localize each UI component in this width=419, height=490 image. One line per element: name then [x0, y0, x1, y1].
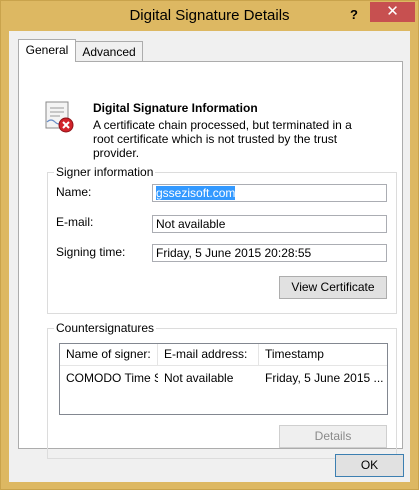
column-header-timestamp[interactable]: Timestamp [259, 344, 387, 366]
general-tab-panel: Digital Signature Information A certific… [18, 61, 403, 459]
info-message: A certificate chain processed, but termi… [93, 118, 352, 160]
view-certificate-button[interactable]: View Certificate [279, 276, 387, 299]
row-name-cell: COMODO Time S... [66, 371, 158, 385]
close-button[interactable]: ✕ [370, 2, 415, 22]
list-header: Name of signer: E-mail address: Timestam… [60, 344, 387, 366]
column-header-name[interactable]: Name of signer: [60, 344, 158, 366]
details-button[interactable]: Details [279, 425, 387, 448]
signing-time-label: Signing time: [56, 245, 126, 259]
name-value: gssezisoft.com [156, 186, 236, 200]
help-button[interactable]: ? [341, 5, 367, 25]
name-label: Name: [56, 185, 92, 199]
signer-group-label: Signer information [54, 165, 156, 179]
countersignatures-list[interactable]: Name of signer: E-mail address: Timestam… [59, 343, 388, 415]
title-bar[interactable]: Digital Signature Details ? ✕ [1, 1, 418, 31]
name-field[interactable]: gssezisoft.com [152, 184, 387, 202]
column-header-email[interactable]: E-mail address: [158, 344, 259, 366]
close-icon: ✕ [386, 3, 399, 20]
tab-advanced[interactable]: Advanced [75, 41, 143, 62]
info-heading: Digital Signature Information [93, 101, 258, 115]
tab-general[interactable]: General [18, 39, 76, 62]
ok-button[interactable]: OK [335, 454, 404, 477]
email-field[interactable]: Not available [152, 215, 387, 233]
signing-time-field[interactable]: Friday, 5 June 2015 20:28:55 [152, 244, 387, 262]
dialog-body: General Advanced Digital Signature Infor… [9, 31, 410, 482]
certificate-error-icon [45, 101, 74, 133]
row-timestamp-cell: Friday, 5 June 2015 ... [265, 371, 384, 385]
dialog-window: Digital Signature Details ? ✕ General Ad… [0, 0, 419, 490]
row-email-cell: Not available [164, 371, 234, 385]
countersignatures-group-label: Countersignatures [54, 321, 157, 335]
email-label: E-mail: [56, 215, 94, 229]
